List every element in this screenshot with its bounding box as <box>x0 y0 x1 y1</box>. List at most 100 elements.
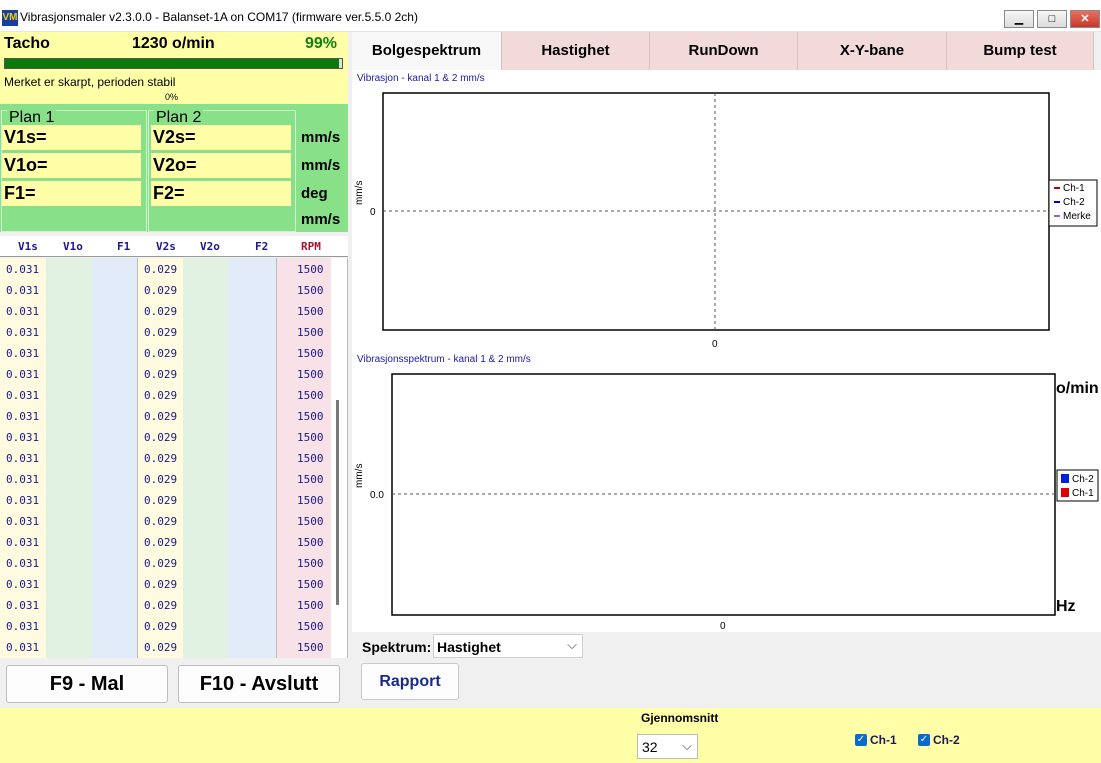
tacho-panel: Tacho 1230 o/min 99% Merket er skarpt, p… <box>0 32 348 104</box>
table-cell: 0.029 <box>144 641 178 654</box>
table-row[interactable]: 0.031 0.029 1500 <box>0 342 348 363</box>
table-row[interactable]: 0.031 0.029 1500 <box>0 258 348 279</box>
chevron-down-icon: ⌵ <box>567 637 577 652</box>
col-header-v2s[interactable]: V2s <box>156 240 176 253</box>
report-button[interactable]: Rapport <box>361 663 459 700</box>
table-scrollbar[interactable] <box>336 400 339 605</box>
table-row[interactable]: 0.031 0.029 1500 <box>0 552 348 573</box>
hz-unit-label: Hz <box>1056 598 1076 615</box>
table-cell: 1500 <box>297 494 324 507</box>
minimize-button[interactable]: ▁ <box>1004 10 1034 28</box>
table-row[interactable]: 0.031 0.029 1500 <box>0 447 348 468</box>
app-window: VM Vibrasjonsmaler v2.3.0.0 - Balanset-1… <box>0 0 1101 763</box>
vibration-chart[interactable]: Vibrasjon - kanal 1 & 2 mm/s mm/s 0 0 Ch… <box>352 70 1101 351</box>
tab-bar: Bolgespektrum Hastighet RunDown X-Y-bane… <box>352 32 1101 70</box>
table-row[interactable]: 0.031 0.029 1500 <box>0 321 348 342</box>
table-row[interactable]: 0.031 0.029 1500 <box>0 573 348 594</box>
table-cell: 0.029 <box>144 599 178 612</box>
table-cell: 0.031 <box>6 389 40 402</box>
table-row[interactable]: 0.031 0.029 1500 <box>0 384 348 405</box>
tacho-label: Tacho <box>4 35 50 52</box>
table-row[interactable]: 0.031 0.029 1500 <box>0 594 348 615</box>
maximize-button[interactable]: □ <box>1037 10 1067 28</box>
unit-label: mm/s <box>301 129 341 146</box>
table-row[interactable]: 0.031 0.029 1500 <box>0 615 348 636</box>
table-row[interactable]: 0.031 0.029 1500 <box>0 510 348 531</box>
table-cell: 0.031 <box>6 599 40 612</box>
unit-label: mm/s <box>301 211 341 228</box>
vibration-chart-svg: mm/s 0 0 Ch-1 Ch-2 Merke <box>354 92 1098 350</box>
results-table[interactable]: 0.031 0.029 1500 0.031 0.029 1500 0.031 0.029 15… <box>0 258 348 658</box>
table-row[interactable]: 0.031 0.029 1500 <box>0 300 348 321</box>
chevron-down-icon: ⌵ <box>682 738 692 753</box>
table-cell: 0.031 <box>6 578 40 591</box>
col-header-v1o[interactable]: V1o <box>63 240 83 253</box>
legend-item: Ch-2 <box>1063 197 1085 208</box>
table-cell: 1500 <box>297 263 324 276</box>
table-row[interactable]: 0.031 0.029 1500 <box>0 426 348 447</box>
table-cell: 0.031 <box>6 452 40 465</box>
spectrum-controls: Spektrum: Hastighet ⌵ Rapport <box>352 632 1101 708</box>
table-cell: 0.031 <box>6 515 40 528</box>
spectrum-chart[interactable]: Vibrasjonsspektrum - kanal 1 & 2 mm/s mm… <box>352 351 1101 632</box>
spectrum-chart-svg: mm/s 0.0 0 o/min Hz Ch-2 Ch-1 <box>354 373 1099 632</box>
table-cell: 1500 <box>297 599 324 612</box>
tab-xy-bane[interactable]: X-Y-bane <box>798 32 947 70</box>
table-cell: 0.031 <box>6 284 40 297</box>
tab-rundown[interactable]: RunDown <box>650 32 798 70</box>
tab-bump-test[interactable]: Bump test <box>947 32 1094 70</box>
table-cell: 1500 <box>297 578 324 591</box>
tacho-rpm: 1230 o/min <box>132 35 215 52</box>
bottom-panel: Gjennomsnitt 32 ⌵ ✓ Ch-1 ✓ Ch-2 <box>0 708 1101 763</box>
table-cell: 0.029 <box>144 326 178 339</box>
ch1-checkbox[interactable]: ✓ <box>855 734 867 746</box>
table-row[interactable]: 0.031 0.029 1500 <box>0 363 348 384</box>
table-cell: 0.031 <box>6 347 40 360</box>
averaging-select[interactable]: 32 ⌵ <box>637 734 698 759</box>
f10-button[interactable]: F10 - Avslutt <box>178 665 340 703</box>
spectrum-select[interactable]: Hastighet ⌵ <box>433 634 583 658</box>
table-cell: 1500 <box>297 641 324 654</box>
table-cell: 0.031 <box>6 368 40 381</box>
spectrum-y-label: mm/s <box>354 464 365 488</box>
table-cell: 1500 <box>297 389 324 402</box>
table-cell: 0.029 <box>144 620 178 633</box>
averaging-label: Gjennomsnitt <box>641 711 719 725</box>
f9-button[interactable]: F9 - Mal <box>6 665 168 703</box>
table-cell: 0.031 <box>6 305 40 318</box>
table-cell: 0.031 <box>6 494 40 507</box>
ch2-checkbox[interactable]: ✓ <box>918 734 930 746</box>
table-row[interactable]: 0.031 0.029 1500 <box>0 405 348 426</box>
table-cell: 0.031 <box>6 473 40 486</box>
tacho-zero-label: 0% <box>165 92 179 102</box>
close-button[interactable]: ✕ <box>1070 10 1100 28</box>
tacho-status-message: Merket er skarpt, perioden stabil <box>4 75 176 89</box>
title-bar: VM Vibrasjonsmaler v2.3.0.0 - Balanset-1… <box>0 0 1101 32</box>
left-footer: F9 - Mal F10 - Avslutt <box>0 658 348 708</box>
f1-field: F1= <box>2 181 141 206</box>
table-row[interactable]: 0.031 0.029 1500 <box>0 279 348 300</box>
table-cell: 0.029 <box>144 452 178 465</box>
table-cell: 0.029 <box>144 410 178 423</box>
table-cell: 0.029 <box>144 536 178 549</box>
tab-bolgespektrum[interactable]: Bolgespektrum <box>352 32 502 70</box>
col-header-rpm[interactable]: RPM <box>301 240 321 253</box>
table-cell: 1500 <box>297 410 324 423</box>
table-cell: 0.029 <box>144 263 178 276</box>
f2-field: F2= <box>151 181 291 206</box>
col-header-v1s[interactable]: V1s <box>18 240 38 253</box>
table-row[interactable]: 0.031 0.029 1500 <box>0 636 348 657</box>
table-row[interactable]: 0.031 0.029 1500 <box>0 531 348 552</box>
tacho-progress-bar <box>4 58 343 69</box>
legend-item: Ch-1 <box>1063 183 1085 194</box>
rpm-unit-label: o/min <box>1056 380 1099 397</box>
table-cell: 0.029 <box>144 515 178 528</box>
tab-hastighet[interactable]: Hastighet <box>502 32 650 70</box>
col-header-f2[interactable]: F2 <box>255 240 268 253</box>
table-row[interactable]: 0.031 0.029 1500 <box>0 468 348 489</box>
col-header-v2o[interactable]: V2o <box>200 240 220 253</box>
table-cell: 0.029 <box>144 557 178 570</box>
table-cell: 1500 <box>297 368 324 381</box>
col-header-f1[interactable]: F1 <box>117 240 130 253</box>
table-row[interactable]: 0.031 0.029 1500 <box>0 489 348 510</box>
